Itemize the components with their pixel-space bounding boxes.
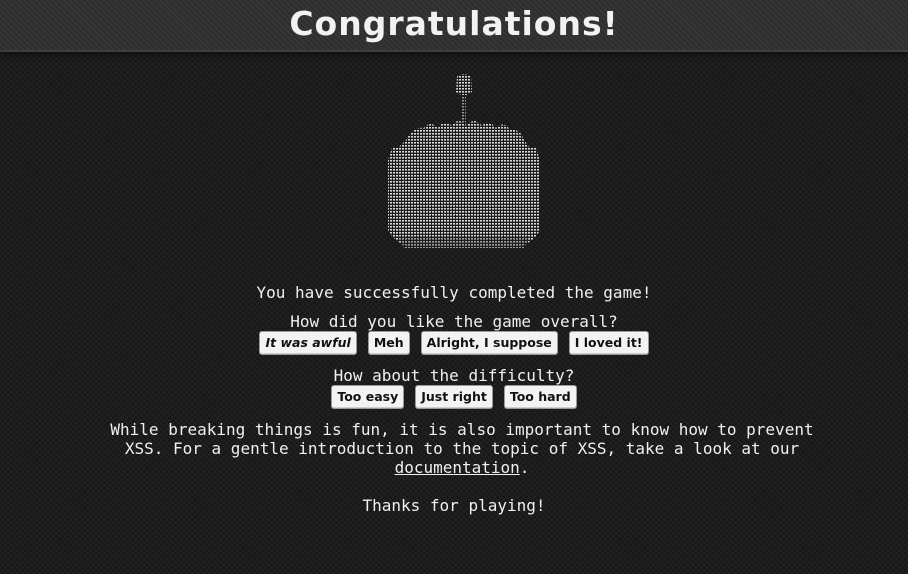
documentation-link[interactable]: documentation xyxy=(395,458,520,477)
overall-rating-group: It was awful Meh Alright, I suppose I lo… xyxy=(0,331,908,355)
xss-info-period: . xyxy=(519,458,530,477)
xss-info-paragraph: While breaking things is fun, it is also… xyxy=(100,420,824,477)
rating-loved-button[interactable]: I loved it! xyxy=(568,331,649,355)
title-bar: Congratulations! xyxy=(0,0,908,52)
difficulty-too-easy-button[interactable]: Too easy xyxy=(331,385,405,409)
difficulty-just-right-button[interactable]: Just right xyxy=(415,385,493,409)
ascii-cake-icon xyxy=(384,70,544,252)
completion-message: You have successfully completed the game… xyxy=(256,283,652,302)
rating-alright-button[interactable]: Alright, I suppose xyxy=(420,331,558,355)
thanks-message: Thanks for playing! xyxy=(362,496,546,515)
difficulty-rating-group: Too easy Just right Too hard xyxy=(0,385,908,409)
difficulty-too-hard-button[interactable]: Too hard xyxy=(503,385,577,409)
page-title: Congratulations! xyxy=(289,4,619,43)
difficulty-question: How about the difficulty? xyxy=(333,366,575,385)
rating-meh-button[interactable]: Meh xyxy=(367,331,410,355)
overall-question: How did you like the game overall? xyxy=(290,312,618,331)
rating-awful-button[interactable]: It was awful xyxy=(259,331,357,355)
xss-info-text: While breaking things is fun, it is also… xyxy=(110,420,814,458)
